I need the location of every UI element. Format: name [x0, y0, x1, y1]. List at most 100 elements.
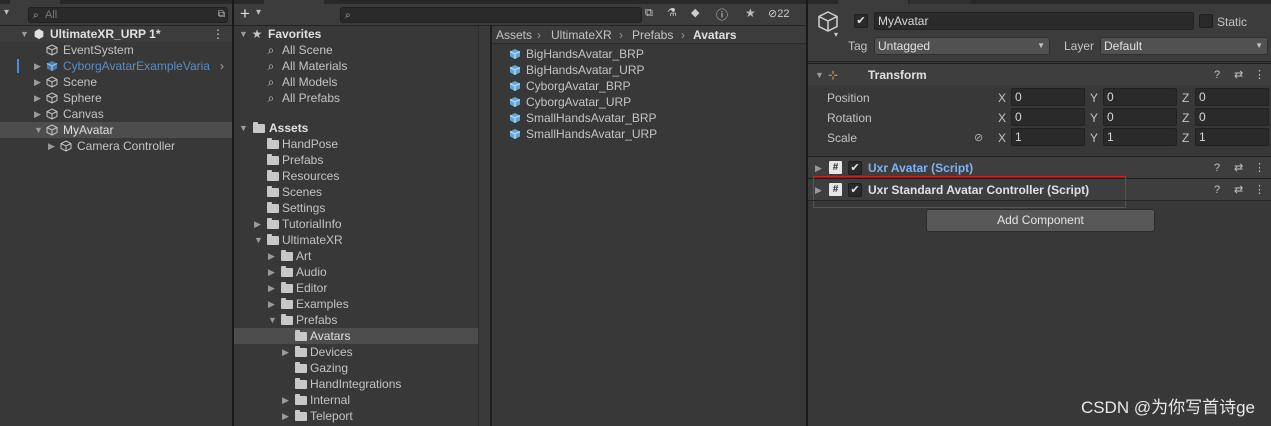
folder-item[interactable]: Settings [234, 200, 478, 216]
breadcrumb-item[interactable]: Assets [496, 26, 532, 44]
presets-icon[interactable]: ⇄ [1234, 64, 1243, 86]
collapse-triangle-icon[interactable]: ▼ [815, 64, 824, 86]
expand-triangle-icon[interactable]: ▶ [282, 392, 289, 408]
folder-item[interactable]: ▶ Internal [234, 392, 478, 408]
expand-triangle-icon[interactable]: ▶ [34, 74, 41, 90]
help-icon[interactable]: ? [1214, 64, 1220, 86]
breadcrumb-current[interactable]: Avatars [693, 26, 737, 44]
breadcrumb-item[interactable]: Prefabs [632, 26, 673, 44]
asset-item[interactable]: CyborgAvatar_URP [492, 94, 806, 110]
expand-triangle-icon[interactable]: ▶ [268, 264, 275, 280]
assets-header[interactable]: ▼ Assets [234, 120, 478, 136]
folder-item[interactable]: ▶ Teleport [234, 408, 478, 424]
hidden-packages-toggle[interactable]: ⊘22 [768, 7, 789, 20]
asset-item[interactable]: SmallHandsAvatar_URP [492, 126, 806, 142]
expand-triangle-icon[interactable]: ▶ [268, 248, 275, 264]
tree-scrollbar[interactable] [478, 26, 490, 426]
uxr-avatar-header[interactable]: ▶ # ✔ Uxr Avatar (Script) ? ⇄ ⋮ [808, 156, 1271, 178]
hierarchy-item[interactable]: EventSystem [0, 42, 232, 58]
asset-item[interactable]: BigHandsAvatar_BRP [492, 46, 806, 62]
transform-header[interactable]: ▼ ⊹ Transform ? ⇄ ⋮ [808, 63, 1271, 85]
folder-item[interactable]: ▼ UltimateXR [234, 232, 478, 248]
folder-item[interactable]: HandIntegrations [234, 376, 478, 392]
favorite-item[interactable]: ⌕ All Materials [234, 58, 478, 74]
position-z-field[interactable]: 0 [1195, 88, 1269, 106]
search-options-icon[interactable]: ⧉ [218, 8, 225, 22]
folder-item[interactable]: Scenes [234, 184, 478, 200]
scene-header[interactable]: ▼ ⬢ UltimateXR_URP 1* ⋮ [0, 26, 232, 42]
scale-z-field[interactable]: 1 [1195, 128, 1269, 146]
layer-dropdown[interactable]: Default ▼ [1100, 37, 1268, 55]
more-options-icon[interactable]: ⋮ [212, 26, 224, 42]
favorite-star-icon[interactable]: ★ [745, 6, 756, 20]
help-icon[interactable]: ? [1214, 179, 1220, 201]
component-enabled-checkbox[interactable]: ✔ [848, 161, 862, 175]
collapse-triangle-icon[interactable]: ▼ [239, 26, 248, 42]
hierarchy-item[interactable]: ▶ Sphere [0, 90, 232, 106]
chevron-right-icon[interactable]: › [220, 58, 224, 74]
folder-item[interactable]: ▶ Examples [234, 296, 478, 312]
chevron-down-icon[interactable]: ▾ [834, 30, 838, 39]
folder-item[interactable]: ▶ Devices [234, 344, 478, 360]
folder-item[interactable]: Resources [234, 168, 478, 184]
collapse-triangle-icon[interactable]: ▼ [34, 122, 43, 138]
folder-item[interactable]: Prefabs [234, 152, 478, 168]
asset-item[interactable]: BigHandsAvatar_URP [492, 62, 806, 78]
asset-item[interactable]: SmallHandsAvatar_BRP [492, 110, 806, 126]
create-button[interactable]: + [240, 4, 250, 24]
expand-triangle-icon[interactable]: ▶ [34, 106, 41, 122]
folder-item[interactable]: Gazing [234, 360, 478, 376]
active-checkbox[interactable]: ✔ [854, 14, 868, 28]
more-options-icon[interactable]: ⋮ [1254, 64, 1265, 86]
expand-triangle-icon[interactable]: ▶ [254, 216, 261, 232]
expand-triangle-icon[interactable]: ▼ [20, 26, 29, 42]
favorite-item[interactable]: ⌕ All Prefabs [234, 90, 478, 106]
hierarchy-item-prefab[interactable]: ▶ CyborgAvatarExampleVaria › [0, 58, 232, 74]
hierarchy-item[interactable]: ▶ Canvas [0, 106, 232, 122]
favorite-item[interactable]: ⌕ All Scene [234, 42, 478, 58]
search-by-type-icon[interactable]: ⧉ [645, 7, 653, 20]
more-options-icon[interactable]: ⋮ [1254, 157, 1265, 179]
presets-icon[interactable]: ⇄ [1234, 157, 1243, 179]
tag-dropdown[interactable]: Untagged ▼ [874, 37, 1050, 55]
rotation-x-field[interactable]: 0 [1011, 108, 1085, 126]
add-dropdown-icon[interactable]: ▾ [4, 7, 9, 18]
position-y-field[interactable]: 0 [1103, 88, 1177, 106]
scale-x-field[interactable]: 1 [1011, 128, 1085, 146]
position-x-field[interactable]: 0 [1011, 88, 1085, 106]
hierarchy-search-input[interactable]: ⌕ All ⧉ [28, 7, 228, 23]
static-checkbox[interactable] [1199, 14, 1213, 28]
expand-triangle-icon[interactable]: ▶ [34, 58, 41, 74]
folder-item[interactable]: ▼ Prefabs [234, 312, 478, 328]
collapse-triangle-icon[interactable]: ▼ [254, 232, 263, 248]
expand-triangle-icon[interactable]: ▶ [48, 138, 55, 154]
filter-by-type-icon[interactable]: ⚗ [667, 6, 677, 19]
add-component-button[interactable]: Add Component [926, 209, 1155, 232]
hierarchy-item-selected[interactable]: ▼ MyAvatar [0, 122, 232, 138]
label-tag-icon[interactable]: ◆ [691, 6, 699, 19]
more-options-icon[interactable]: ⋮ [1254, 179, 1265, 201]
folder-item[interactable]: ▶ Audio [234, 264, 478, 280]
breadcrumb-item[interactable]: UltimateXR [551, 26, 612, 44]
folder-item[interactable]: ▶ TutorialInfo [234, 216, 478, 232]
collapse-triangle-icon[interactable]: ▼ [239, 120, 248, 136]
folder-item-selected[interactable]: Avatars [234, 328, 478, 344]
hierarchy-item[interactable]: ▶ Scene [0, 74, 232, 90]
scale-y-field[interactable]: 1 [1103, 128, 1177, 146]
project-search-input[interactable]: ⌕ [340, 7, 642, 23]
rotation-z-field[interactable]: 0 [1195, 108, 1269, 126]
expand-triangle-icon[interactable]: ▶ [282, 344, 289, 360]
rotation-y-field[interactable]: 0 [1103, 108, 1177, 126]
link-constrain-icon[interactable]: ⊘ [974, 131, 983, 144]
folder-item[interactable]: ▶ Art [234, 248, 478, 264]
expand-triangle-icon[interactable]: ▶ [268, 296, 275, 312]
collapse-triangle-icon[interactable]: ▼ [268, 312, 277, 328]
help-icon[interactable]: ? [1214, 157, 1220, 179]
expand-triangle-icon[interactable]: ▶ [268, 280, 275, 296]
console-alert-icon[interactable]: ⓘ [716, 6, 728, 23]
favorites-header[interactable]: ▼ ★ Favorites [234, 26, 478, 42]
hierarchy-item[interactable]: ▶ Camera Controller [0, 138, 232, 154]
chevron-down-icon[interactable]: ▾ [256, 7, 261, 18]
presets-icon[interactable]: ⇄ [1234, 179, 1243, 201]
expand-triangle-icon[interactable]: ▶ [34, 90, 41, 106]
